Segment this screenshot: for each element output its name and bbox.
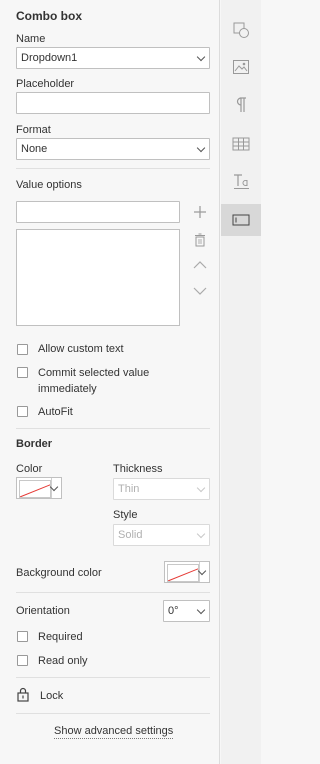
background-color-label: Background color xyxy=(16,567,102,579)
format-select[interactable]: None xyxy=(16,138,210,160)
value-options-list[interactable] xyxy=(16,229,180,326)
table-settings-button[interactable] xyxy=(221,128,261,160)
thickness-label: Thickness xyxy=(113,463,163,475)
divider xyxy=(16,713,210,714)
read-only-label: Read only xyxy=(38,655,88,667)
new-value-input[interactable] xyxy=(16,201,180,223)
form-settings-button[interactable] xyxy=(221,204,261,236)
read-only-checkbox[interactable] xyxy=(17,655,28,666)
orientation-select[interactable]: 0° xyxy=(163,600,210,622)
divider xyxy=(16,428,210,429)
placeholder-label: Placeholder xyxy=(16,78,75,90)
shape-settings-button[interactable] xyxy=(221,14,261,46)
color-swatch xyxy=(19,480,51,498)
form-field-icon xyxy=(232,214,250,226)
format-label: Format xyxy=(16,124,51,136)
panel-title: Combo box xyxy=(16,9,82,23)
placeholder-input[interactable] xyxy=(16,92,210,114)
move-down-icon[interactable] xyxy=(193,286,207,296)
lock-toggle[interactable]: Lock xyxy=(16,686,76,704)
form-settings-panel: Combo box Name Dropdown1 Placeholder For… xyxy=(0,0,220,764)
value-options-label: Value options xyxy=(16,179,82,191)
border-color-label: Color xyxy=(16,463,43,475)
right-toolbar xyxy=(221,0,261,764)
divider xyxy=(16,677,210,678)
text-art-settings-button[interactable] xyxy=(221,165,261,197)
paragraph-icon xyxy=(236,97,246,112)
move-up-icon[interactable] xyxy=(193,260,207,270)
shape-icon xyxy=(233,22,249,38)
autofit-label: AutoFit xyxy=(38,406,73,418)
commit-immediately-checkbox[interactable] xyxy=(17,367,28,378)
border-title: Border xyxy=(16,438,53,450)
lock-icon xyxy=(17,687,29,702)
image-settings-button[interactable] xyxy=(221,51,261,83)
image-icon xyxy=(233,60,249,74)
border-color-picker[interactable] xyxy=(16,477,62,499)
autofit-checkbox[interactable] xyxy=(17,406,28,417)
divider xyxy=(16,168,210,169)
paragraph-settings-button[interactable] xyxy=(221,89,261,121)
thickness-select[interactable]: Thin xyxy=(113,478,210,500)
allow-custom-text-label: Allow custom text xyxy=(38,343,124,355)
commit-immediately-label-line2: immediately xyxy=(38,383,97,395)
lock-label: Lock xyxy=(40,690,64,702)
name-label: Name xyxy=(16,33,46,45)
style-label: Style xyxy=(113,509,138,521)
table-icon xyxy=(232,137,250,151)
required-checkbox[interactable] xyxy=(17,631,28,642)
orientation-label: Orientation xyxy=(16,605,70,617)
style-select[interactable]: Solid xyxy=(113,524,210,546)
text-art-icon xyxy=(234,174,249,189)
allow-custom-text-checkbox[interactable] xyxy=(17,344,28,355)
commit-immediately-label-line1: Commit selected value xyxy=(38,367,150,379)
divider xyxy=(16,592,210,593)
color-swatch xyxy=(167,564,199,582)
name-combo[interactable]: Dropdown1 xyxy=(16,47,210,69)
add-value-icon[interactable] xyxy=(193,205,207,219)
show-advanced-settings-link[interactable]: Show advanced settings xyxy=(54,725,174,739)
background-color-picker[interactable] xyxy=(164,561,210,583)
required-label: Required xyxy=(38,631,83,643)
delete-value-icon[interactable] xyxy=(194,233,206,247)
